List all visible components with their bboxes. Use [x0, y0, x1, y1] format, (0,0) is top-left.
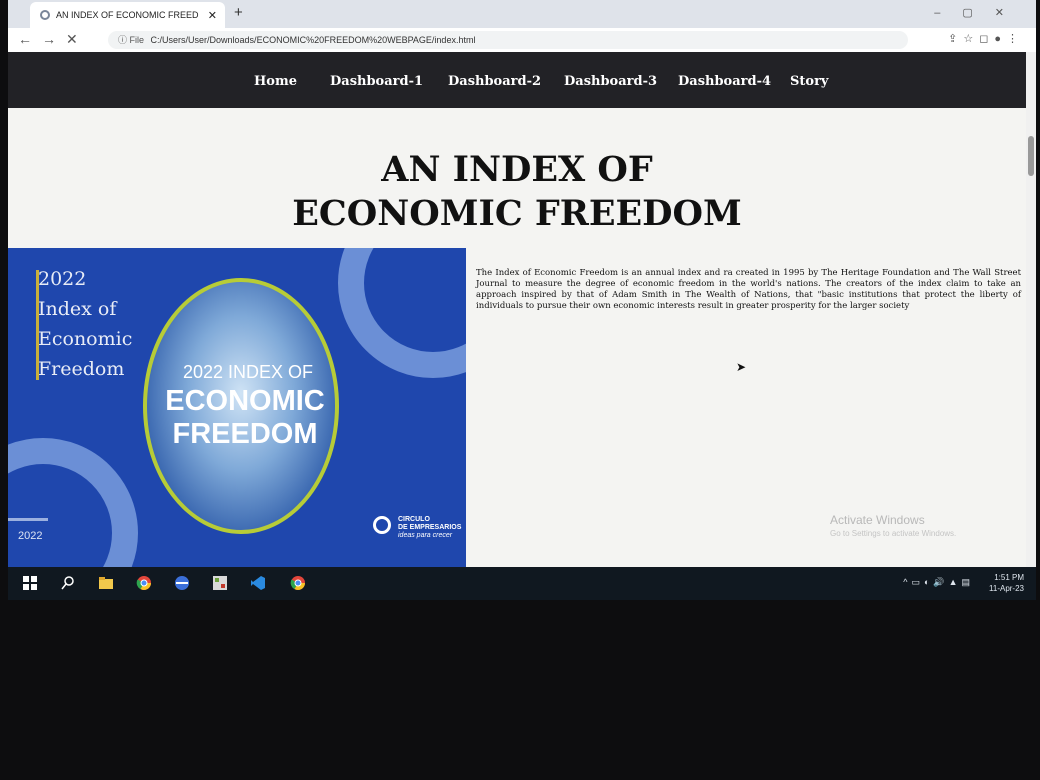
browser-tab-bar: AN INDEX OF ECONOMIC FREED ✕ + –▢✕ [8, 0, 1036, 28]
stop-button[interactable]: ✕ [66, 31, 78, 48]
circulo-logo-icon [373, 516, 391, 534]
url-field[interactable]: ⓘ File C:/Users/User/Downloads/ECONOMIC%… [108, 31, 908, 49]
clock-date: 11-Apr-23 [989, 584, 1024, 593]
mouse-pointer-icon: ➤ [736, 360, 747, 374]
banner-image: 2022 Index of Economic Freedom 2022 INDE… [8, 248, 466, 567]
clock-time: 1:51 PM [994, 573, 1024, 582]
activate-windows-title: Activate Windows [830, 513, 925, 527]
scrollbar-thumb[interactable] [1028, 136, 1034, 176]
browser-tab[interactable]: AN INDEX OF ECONOMIC FREED ✕ [30, 2, 225, 28]
nav-dashboard-3[interactable]: Dashboard-3 [564, 74, 657, 89]
url-text: C:/Users/User/Downloads/ECONOMIC%20FREED… [150, 35, 476, 45]
forward-button[interactable]: → [42, 31, 56, 47]
banner-year: 2022 [38, 268, 87, 290]
globe-subtitle: 2022 INDEX OF [183, 362, 314, 382]
browser-toolbar-icons[interactable]: ⇪☆◻●⋮ [948, 32, 1024, 45]
nav-home[interactable]: Home [254, 74, 297, 89]
banner-corner-year: 2022 [18, 530, 43, 542]
tab-title: AN INDEX OF ECONOMIC FREED [56, 10, 199, 20]
laptop-screen: AN INDEX OF ECONOMIC FREED ✕ + –▢✕ ← → ✕… [8, 0, 1036, 600]
page-title-line2: ECONOMIC FREEDOM [292, 193, 742, 234]
page-title: AN INDEX OF ECONOMIC FREEDOM [8, 148, 1026, 236]
windows-start-icon[interactable] [22, 575, 38, 591]
new-tab-button[interactable]: + [234, 4, 243, 21]
file-explorer-icon[interactable] [98, 575, 114, 591]
nav-dashboard-1[interactable]: Dashboard-1 [330, 74, 423, 89]
site-info-label[interactable]: ⓘ File [118, 35, 144, 45]
vscode-icon[interactable] [250, 575, 266, 591]
banner-line: Economic [38, 328, 133, 350]
logo-line: ideas para crecer [398, 532, 453, 539]
search-icon[interactable] [60, 575, 76, 591]
page-scrollbar[interactable] [1026, 52, 1036, 567]
chrome-active-icon[interactable] [290, 575, 306, 591]
description-paragraph: The Index of Economic Freedom is an annu… [476, 268, 1021, 311]
app-grid-icon[interactable] [212, 575, 228, 591]
banner-line: Index of [38, 298, 117, 320]
window-controls[interactable]: –▢✕ [934, 6, 1026, 19]
nav-story[interactable]: Story [790, 74, 828, 89]
globe-title-line: FREEDOM [172, 418, 318, 450]
page-title-line1: AN INDEX OF [381, 149, 653, 190]
circulo-logo-text: CIRCULO DE EMPRESARIOS ideas para crecer [398, 516, 461, 540]
globe-title-line: ECONOMIC [165, 385, 325, 417]
banner-arc-decoration [338, 248, 466, 378]
tab-close-icon[interactable]: ✕ [208, 9, 217, 22]
chrome-icon[interactable] [136, 575, 152, 591]
logo-line: DE EMPRESARIOS [398, 524, 462, 531]
system-tray-icons[interactable]: ^▭◐🔊▲▤ [903, 577, 974, 588]
activate-windows-subtitle: Go to Settings to activate Windows. [830, 529, 957, 538]
nav-dashboard-2[interactable]: Dashboard-2 [448, 74, 541, 89]
address-bar-row: ← → ✕ ⓘ File C:/Users/User/Downloads/ECO… [8, 28, 1036, 53]
logo-line: CIRCULO [398, 516, 430, 523]
windows-taskbar: ^▭◐🔊▲▤ 1:51 PM 11-Apr-23 [8, 567, 1036, 600]
site-nav-bar: Home Dashboard-1 Dashboard-2 Dashboard-3… [8, 52, 1028, 108]
banner-divider [8, 518, 48, 521]
page-content: AN INDEX OF ECONOMIC FREEDOM 2022 Index … [8, 108, 1026, 567]
app-icon[interactable] [174, 575, 190, 591]
taskbar-clock[interactable]: 1:51 PM 11-Apr-23 [989, 572, 1024, 594]
banner-arc-decoration [8, 438, 138, 567]
back-button[interactable]: ← [18, 31, 32, 47]
loading-icon [40, 10, 50, 20]
nav-dashboard-4[interactable]: Dashboard-4 [678, 74, 771, 89]
globe-title: ECONOMIC FREEDOM [160, 385, 330, 451]
